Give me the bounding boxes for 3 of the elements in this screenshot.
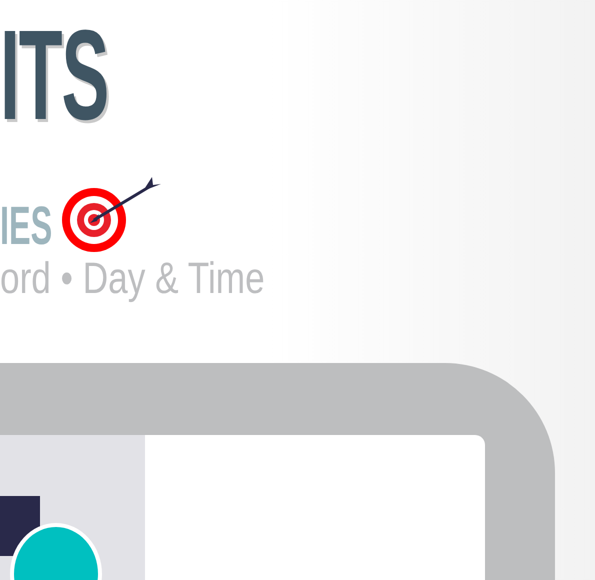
tagline: ord • Day & Time	[0, 257, 265, 301]
page-title: ITS	[0, 12, 108, 140]
section-heading: IES	[0, 199, 52, 253]
